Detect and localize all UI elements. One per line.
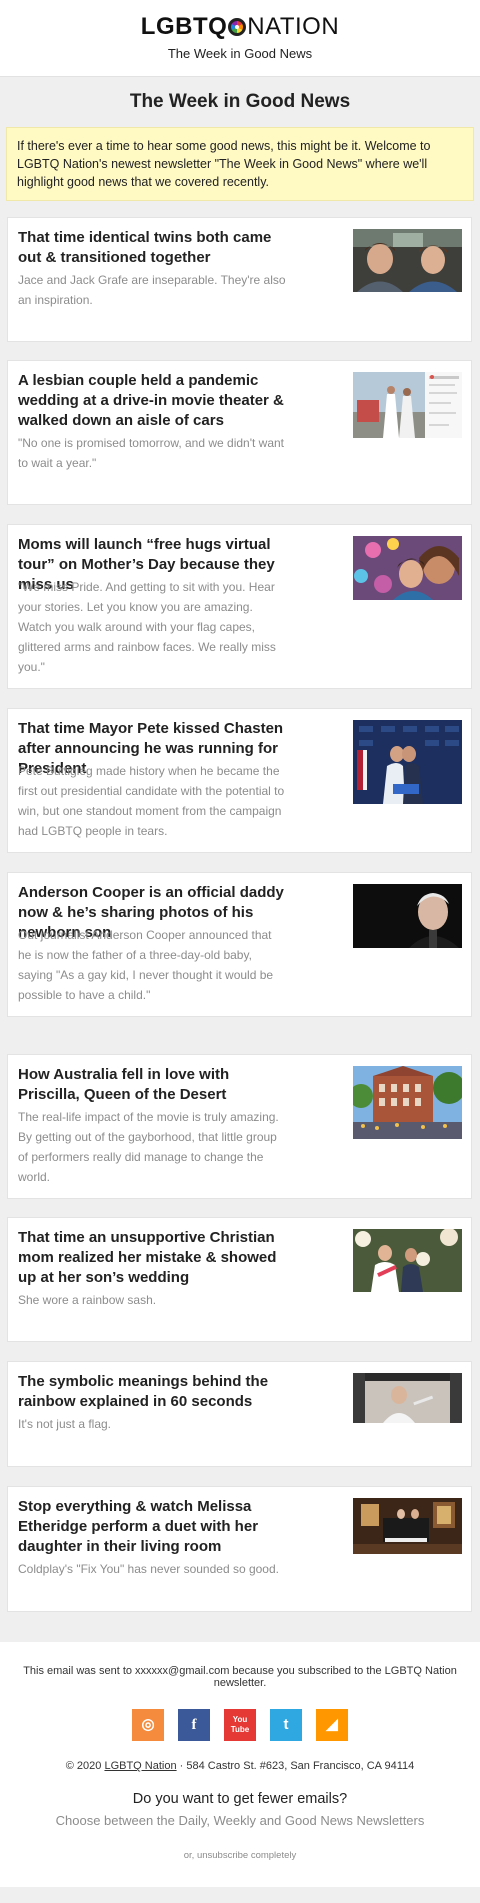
story-card[interactable]: How Australia fell in love with Priscill…	[7, 1054, 472, 1199]
story-description: Coldplay's "Fix You" has never sounded s…	[18, 1562, 279, 1576]
story-thumbnail[interactable]	[353, 1373, 462, 1423]
story-card[interactable]: That time identical twins both came out …	[7, 217, 472, 342]
story-card[interactable]: Anderson Cooper is an official daddy now…	[7, 872, 472, 1017]
story-description: Pete Buttigieg made history when he beca…	[18, 764, 285, 838]
story-description: The real-life impact of the movie is tru…	[18, 1110, 279, 1184]
story-description: "No one is promised tomorrow, and we did…	[18, 436, 285, 470]
story-thumbnail[interactable]	[353, 1498, 462, 1554]
story-title[interactable]: Stop everything & watch Melissa Etheridg…	[18, 1497, 286, 1557]
story-thumbnail[interactable]	[353, 1066, 462, 1139]
twitter-icon[interactable]: t	[270, 1709, 302, 1741]
story-card[interactable]: Moms will launch “free hugs virtual tour…	[7, 524, 472, 689]
subscription-notice: This email was sent to xxxxxx@gmail.com …	[23, 1665, 457, 1689]
intro-box: If there's ever a time to hear some good…	[6, 127, 474, 201]
lgbtq-nation-link[interactable]: LGBTQ Nation	[104, 1760, 176, 1772]
story-card[interactable]: The symbolic meanings behind the rainbow…	[7, 1361, 472, 1467]
story-card[interactable]: Stop everything & watch Melissa Etheridg…	[7, 1486, 472, 1612]
story-title[interactable]: The symbolic meanings behind the rainbow…	[18, 1372, 286, 1412]
story-card[interactable]: That time Mayor Pete kissed Chasten afte…	[7, 708, 472, 853]
story-description: She wore a rainbow sash.	[18, 1293, 157, 1307]
story-description: "We miss Pride. And getting to sit with …	[18, 580, 276, 674]
social-links: ◎ f You Tube t ◢	[0, 1709, 480, 1741]
lgbtq-nation-logo[interactable]: LGBTQ NATION	[0, 14, 480, 40]
story-thumbnail[interactable]	[353, 1229, 462, 1292]
story-thumbnail[interactable]	[353, 884, 462, 948]
story-thumbnail[interactable]	[353, 372, 462, 438]
story-card[interactable]: That time an unsupportive Christian mom …	[7, 1217, 472, 1342]
instagram-icon[interactable]: ◎	[132, 1709, 164, 1741]
story-thumbnail[interactable]	[353, 536, 462, 600]
story-thumbnail[interactable]	[353, 720, 462, 804]
fewer-emails-heading: Do you want to get fewer emails?	[132, 1791, 348, 1807]
youtube-icon[interactable]: You Tube	[224, 1709, 256, 1741]
story-title[interactable]: That time an unsupportive Christian mom …	[18, 1228, 286, 1288]
page-title: The Week in Good News	[129, 91, 351, 112]
story-description: Jace and Jack Grafe are inseparable. The…	[18, 273, 286, 307]
facebook-icon[interactable]: f	[178, 1709, 210, 1741]
rss-icon[interactable]: ◢	[316, 1709, 348, 1741]
story-title[interactable]: A lesbian couple held a pandemic wedding…	[18, 371, 286, 431]
story-description: It's not just a flag.	[18, 1417, 112, 1431]
story-description: Out journalist Anderson Cooper announced…	[18, 928, 274, 1002]
story-thumbnail[interactable]	[353, 229, 462, 292]
unsubscribe-link[interactable]: or, unsubscribe completely	[0, 1850, 480, 1861]
copyright-line: © 2020 LGBTQ Nation · 584 Castro St. #62…	[65, 1760, 415, 1772]
logo-rainbow-o-icon	[228, 18, 247, 36]
story-title[interactable]: How Australia fell in love with Priscill…	[18, 1065, 286, 1105]
email-footer: This email was sent to xxxxxx@gmail.com …	[0, 1642, 480, 1887]
choose-newsletters-link[interactable]: Choose between the Daily, Weekly and Goo…	[0, 1813, 480, 1828]
story-card[interactable]: A lesbian couple held a pandemic wedding…	[7, 360, 472, 505]
newsletter-header: LGBTQ NATION The Week in Good News	[0, 0, 480, 77]
story-title[interactable]: That time identical twins both came out …	[18, 228, 286, 268]
header-tagline: The Week in Good News	[167, 46, 313, 61]
